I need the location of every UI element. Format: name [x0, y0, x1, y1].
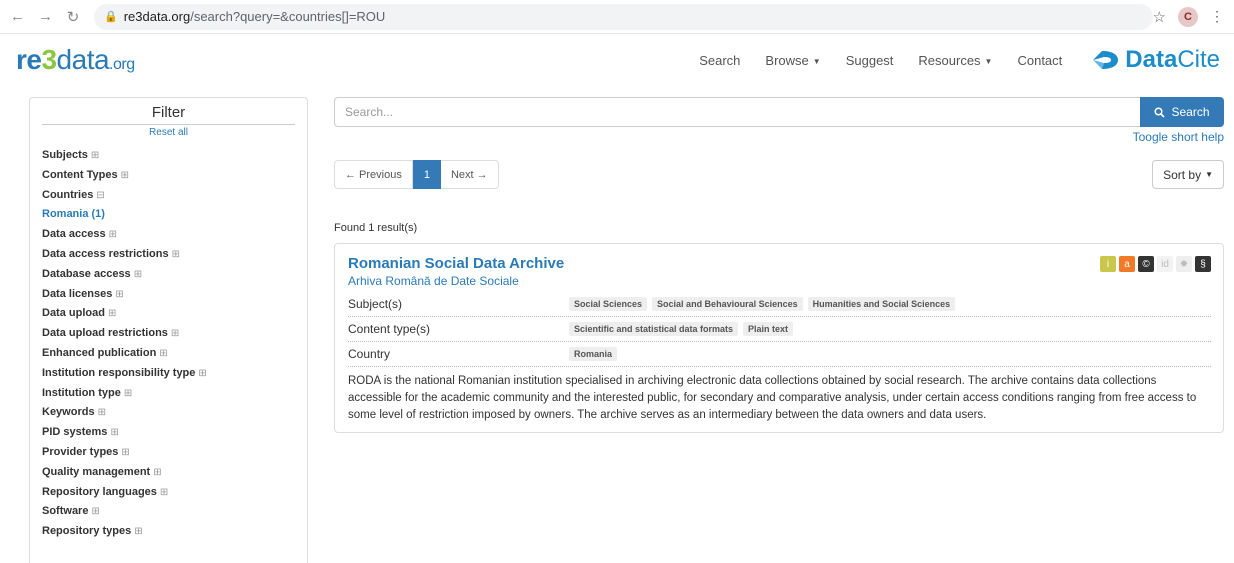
- browser-toolbar: ← → ↻ 🔒 re3data.org/search?query=&countr…: [0, 0, 1234, 34]
- facet-item[interactable]: Institution responsibility type ⊞: [42, 364, 295, 384]
- next-page-button[interactable]: Next →: [440, 160, 499, 189]
- address-bar[interactable]: 🔒 re3data.org/search?query=&countries[]=…: [94, 3, 1153, 30]
- caret-down-icon: ▼: [984, 56, 993, 66]
- avatar[interactable]: C: [1178, 6, 1198, 27]
- result-card: Romanian Social Data Archive Arhiva Româ…: [334, 243, 1224, 433]
- field-label: Content type(s): [348, 322, 431, 336]
- re3data-logo[interactable]: re3data.org: [16, 44, 135, 76]
- result-field-row: Content type(s) Scientific and statistica…: [348, 317, 1211, 342]
- facet-item[interactable]: Data upload ⊞: [42, 304, 295, 324]
- expand-icon[interactable]: ⊞: [109, 229, 117, 240]
- pagination: ← Previous 1 Next →: [334, 160, 499, 189]
- facet-item[interactable]: Software ⊞: [42, 502, 295, 522]
- expand-icon[interactable]: ⊞: [115, 289, 123, 300]
- tag[interactable]: Plain text: [743, 322, 794, 336]
- back-icon[interactable]: ←: [10, 8, 25, 26]
- previous-page-button[interactable]: ← Previous: [334, 160, 413, 189]
- expand-icon[interactable]: ⊞: [91, 150, 99, 161]
- facet-item[interactable]: Data licenses ⊞: [42, 285, 295, 305]
- facet-item[interactable]: Data access ⊞: [42, 225, 295, 245]
- search-button[interactable]: Search: [1140, 97, 1224, 127]
- datacite-icon: [1093, 51, 1119, 69]
- expand-icon[interactable]: ⊞: [160, 487, 168, 498]
- expand-icon[interactable]: ⊞: [134, 269, 142, 280]
- collapse-icon[interactable]: ⊟: [96, 190, 104, 201]
- facet-item[interactable]: Enhanced publication ⊞: [42, 344, 295, 364]
- tag[interactable]: Social and Behavioural Sciences: [652, 297, 803, 311]
- field-label: Subject(s): [348, 297, 403, 311]
- expand-icon[interactable]: ⊞: [134, 526, 142, 537]
- facet-item[interactable]: Data upload restrictions ⊞: [42, 324, 295, 344]
- facet-item[interactable]: Countries ⊟: [42, 186, 295, 206]
- facet-item[interactable]: Keywords ⊞: [42, 403, 295, 423]
- search-icon: [1154, 106, 1166, 118]
- caret-down-icon: ▼: [1205, 170, 1213, 179]
- result-count: Found 1 result(s): [334, 222, 418, 234]
- facet-item[interactable]: PID systems ⊞: [42, 423, 295, 443]
- result-description: RODA is the national Romanian institutio…: [348, 375, 1197, 421]
- page-1-button[interactable]: 1: [412, 160, 441, 189]
- sort-by-dropdown[interactable]: Sort by ▼: [1152, 160, 1224, 189]
- forward-icon[interactable]: →: [38, 8, 53, 26]
- tag[interactable]: Romania: [569, 347, 618, 361]
- filter-title: Filter: [42, 104, 295, 125]
- tag[interactable]: Social Sciences: [569, 297, 648, 311]
- caret-down-icon: ▼: [812, 56, 821, 66]
- result-alt-title-link[interactable]: Arhiva Română de Date Sociale: [348, 274, 1211, 288]
- field-label: Country: [348, 347, 391, 361]
- expand-icon[interactable]: ⊞: [98, 407, 106, 418]
- open-access-icon[interactable]: a: [1119, 256, 1135, 272]
- certificate-icon[interactable]: ✸: [1176, 256, 1192, 272]
- url-path: /search?query=&countries[]=ROU: [190, 9, 386, 24]
- tag[interactable]: Scientific and statistical data formats: [569, 322, 739, 336]
- nav-search[interactable]: Search: [699, 53, 740, 68]
- facet-item[interactable]: Quality management ⊞: [42, 463, 295, 483]
- result-badges: i a © id ✸ §: [1100, 256, 1211, 272]
- reload-icon[interactable]: ↻: [66, 8, 80, 26]
- result-title-link[interactable]: Romanian Social Data Archive: [348, 255, 1211, 272]
- filter-panel: Filter Reset all Subjects ⊞ Content Types ⊞…: [29, 97, 308, 563]
- expand-icon[interactable]: ⊞: [198, 368, 206, 379]
- tag[interactable]: Humanities and Social Sciences: [807, 297, 956, 311]
- copyright-icon[interactable]: ©: [1138, 256, 1154, 272]
- expand-icon[interactable]: ⊞: [159, 348, 167, 359]
- facet-item[interactable]: Database access ⊞: [42, 265, 295, 285]
- expand-icon[interactable]: ⊞: [110, 427, 118, 438]
- bookmark-star-icon[interactable]: ☆: [1153, 8, 1166, 26]
- facet-item[interactable]: Repository languages ⊞: [42, 483, 295, 503]
- url-host: re3data.org: [123, 9, 191, 24]
- nav-resources[interactable]: Resources ▼: [918, 53, 992, 68]
- expand-icon[interactable]: ⊞: [121, 447, 129, 458]
- pid-icon[interactable]: id: [1157, 256, 1173, 272]
- menu-kebab-icon[interactable]: ⋮: [1210, 8, 1224, 25]
- facet-item[interactable]: Data access restrictions ⊞: [42, 245, 295, 265]
- facet-item[interactable]: Subjects ⊞: [42, 146, 295, 166]
- expand-icon[interactable]: ⊞: [171, 328, 179, 339]
- result-field-row: Subject(s) Social Sciences Social and Beha…: [348, 292, 1211, 317]
- expand-icon[interactable]: ⊞: [153, 467, 161, 478]
- nav-suggest[interactable]: Suggest: [846, 53, 894, 68]
- site-navbar: re3data.org Search Browse ▼ Suggest Resou…: [0, 34, 1234, 86]
- lock-icon: 🔒: [104, 11, 118, 23]
- facet-item[interactable]: Content Types ⊞: [42, 166, 295, 186]
- facet-item[interactable]: Repository types ⊞: [42, 522, 295, 542]
- policy-icon[interactable]: §: [1195, 256, 1211, 272]
- info-icon[interactable]: i: [1100, 256, 1116, 272]
- expand-icon[interactable]: ⊞: [108, 308, 116, 319]
- datacite-logo[interactable]: DataCite: [1091, 46, 1220, 74]
- expand-icon[interactable]: ⊞: [91, 506, 99, 517]
- nav-browse[interactable]: Browse ▼: [765, 53, 820, 68]
- facet-item[interactable]: Institution type ⊞: [42, 384, 295, 404]
- expand-icon[interactable]: ⊞: [172, 249, 180, 260]
- main-content: Search... Search Toogle short help ← Pre…: [334, 97, 1224, 563]
- reset-all-link[interactable]: Reset all: [42, 127, 295, 138]
- toggle-short-help-link[interactable]: Toogle short help: [334, 130, 1224, 144]
- result-field-row: Country Romania: [348, 342, 1211, 367]
- nav-contact[interactable]: Contact: [1017, 53, 1062, 68]
- expand-icon[interactable]: ⊞: [121, 170, 129, 181]
- search-input[interactable]: Search...: [334, 97, 1140, 127]
- facet-value[interactable]: Romania (1): [42, 205, 295, 225]
- facet-item[interactable]: Provider types ⊞: [42, 443, 295, 463]
- expand-icon[interactable]: ⊞: [124, 388, 132, 399]
